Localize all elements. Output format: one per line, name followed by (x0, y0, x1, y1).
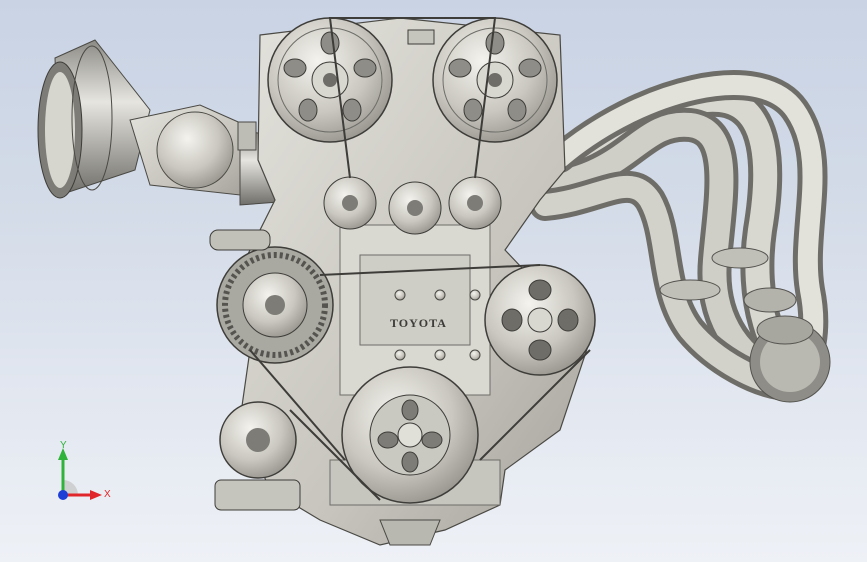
graphics-viewport[interactable]: TOYOTA Y X (0, 0, 867, 562)
y-axis-label: Y (60, 440, 67, 451)
cam-pulley-right (432, 17, 558, 143)
toyota-engraving: TOYOTA (390, 316, 447, 330)
engine-model[interactable]: TOYOTA (0, 0, 867, 562)
axis-triad-icon: Y X (50, 440, 120, 510)
z-axis (58, 490, 68, 500)
cam-pulley-left (267, 17, 393, 143)
aux-pulley (214, 401, 301, 511)
water-pump-pulley (484, 264, 596, 376)
x-axis-label: X (104, 489, 111, 500)
idler-pulleys (323, 176, 502, 235)
sensor-connector (407, 29, 435, 45)
